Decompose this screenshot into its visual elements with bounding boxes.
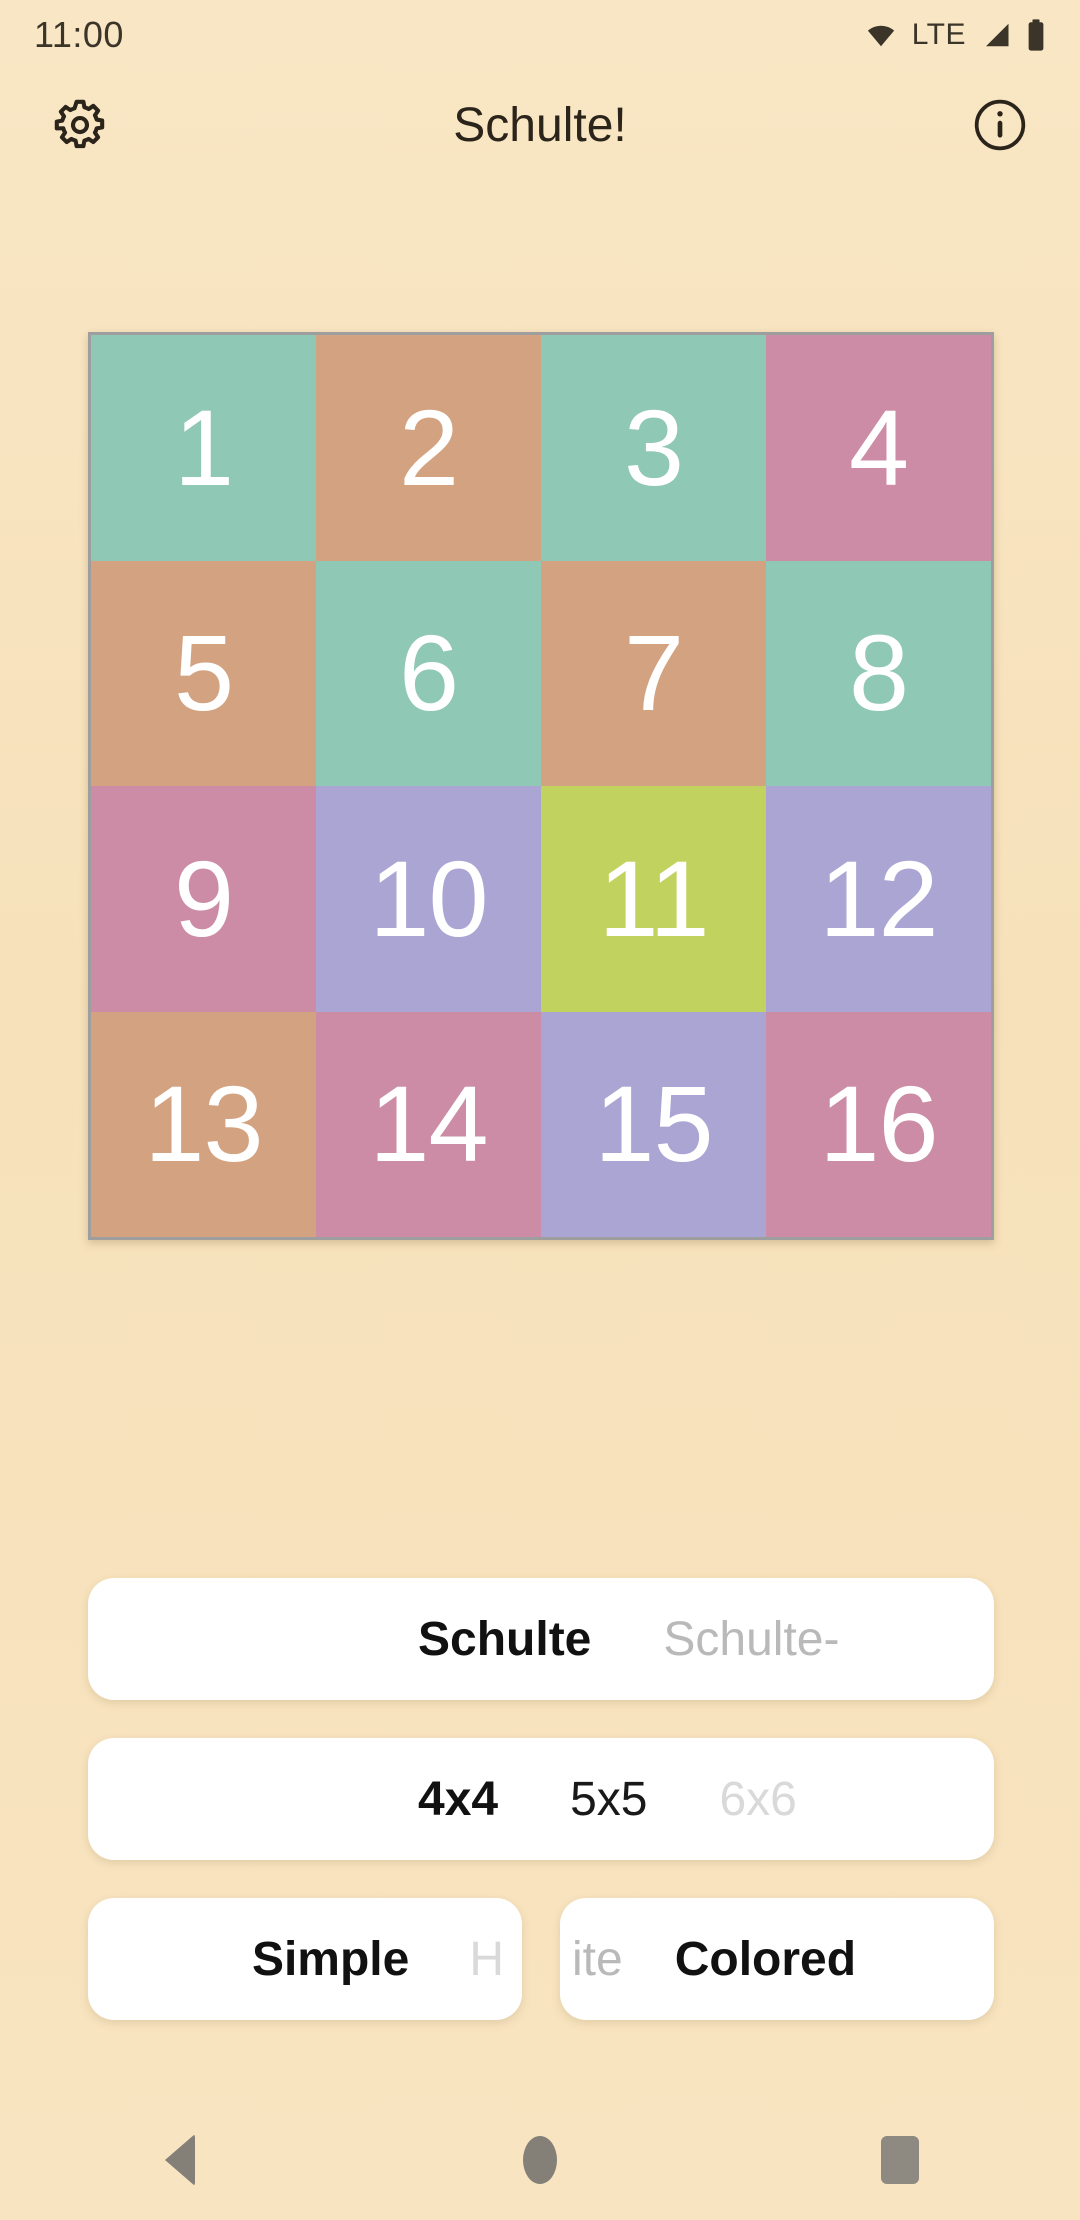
- mode-option-schulte[interactable]: Schulte: [418, 1612, 591, 1667]
- style-selector-row-right[interactable]: ite Colored: [560, 1898, 994, 2020]
- battery-icon: [1028, 19, 1044, 51]
- style-selector-row-left[interactable]: Simple H: [88, 1898, 522, 2020]
- style-selector-track-right: ite Colored: [560, 1932, 856, 1987]
- signal-icon: [986, 23, 1009, 47]
- status-time: 11:00: [34, 14, 124, 55]
- style-selector-track-left: Simple H: [252, 1932, 522, 1987]
- size-selector-row[interactable]: 4x4 5x5 6x6: [88, 1738, 994, 1860]
- home-icon: [523, 2136, 557, 2184]
- app-bar: Schulte!: [0, 70, 1080, 180]
- back-icon: [165, 2134, 195, 2186]
- grid-cell[interactable]: 9: [91, 786, 316, 1012]
- grid-cell[interactable]: 15: [541, 1011, 766, 1237]
- grid-cell[interactable]: 6: [316, 560, 541, 786]
- style-option-h-partial[interactable]: H: [469, 1932, 504, 1987]
- size-option-5x5[interactable]: 5x5: [570, 1772, 647, 1827]
- style-option-colored[interactable]: Colored: [675, 1932, 856, 1987]
- grid-cell[interactable]: 7: [541, 560, 766, 786]
- recents-icon: [881, 2136, 919, 2184]
- info-icon: [974, 99, 1026, 151]
- status-bar: 11:00 LTE: [0, 0, 1080, 70]
- nav-recents-button[interactable]: [840, 2100, 960, 2220]
- grid-cell[interactable]: 3: [541, 335, 766, 561]
- grid-cell[interactable]: 1: [91, 335, 316, 561]
- style-option-ite-partial[interactable]: ite: [572, 1932, 623, 1987]
- grid-cell[interactable]: 12: [766, 786, 991, 1012]
- status-indicators: LTE: [864, 18, 1046, 52]
- mode-option-schulte-dash[interactable]: Schulte-: [663, 1612, 839, 1667]
- grid-cell[interactable]: 14: [316, 1011, 541, 1237]
- grid-cell[interactable]: 16: [766, 1011, 991, 1237]
- info-button[interactable]: [968, 93, 1032, 157]
- wifi-icon: [867, 25, 894, 47]
- system-nav-bar: [0, 2100, 1080, 2220]
- style-option-simple[interactable]: Simple: [252, 1932, 409, 1987]
- size-option-4x4[interactable]: 4x4: [418, 1772, 498, 1827]
- network-type-label: LTE: [911, 18, 966, 51]
- page-title: Schulte!: [453, 98, 627, 152]
- size-option-6x6[interactable]: 6x6: [719, 1772, 796, 1827]
- nav-home-button[interactable]: [480, 2100, 600, 2220]
- app-screen: 11:00 LTE Schulte! 1 2 3 4 5 6 7 8 9 10 …: [0, 0, 1080, 2220]
- mode-selector-track: Schulte Schulte-: [88, 1612, 994, 1667]
- grid-cell[interactable]: 10: [316, 786, 541, 1012]
- grid-cell[interactable]: 11: [541, 786, 766, 1012]
- grid-cell[interactable]: 8: [766, 560, 991, 786]
- schulte-grid[interactable]: 1 2 3 4 5 6 7 8 9 10 11 12 13 14 15 16: [91, 335, 991, 1237]
- grid-cell[interactable]: 4: [766, 335, 991, 561]
- schulte-grid-container: 1 2 3 4 5 6 7 8 9 10 11 12 13 14 15 16: [88, 332, 994, 1240]
- grid-cell[interactable]: 5: [91, 560, 316, 786]
- grid-cell[interactable]: 13: [91, 1011, 316, 1237]
- mode-selector-row[interactable]: Schulte Schulte-: [88, 1578, 994, 1700]
- size-selector-track: 4x4 5x5 6x6: [88, 1772, 994, 1827]
- grid-cell[interactable]: 2: [316, 335, 541, 561]
- nav-back-button[interactable]: [120, 2100, 240, 2220]
- mode-bar: [0, 1380, 1080, 1550]
